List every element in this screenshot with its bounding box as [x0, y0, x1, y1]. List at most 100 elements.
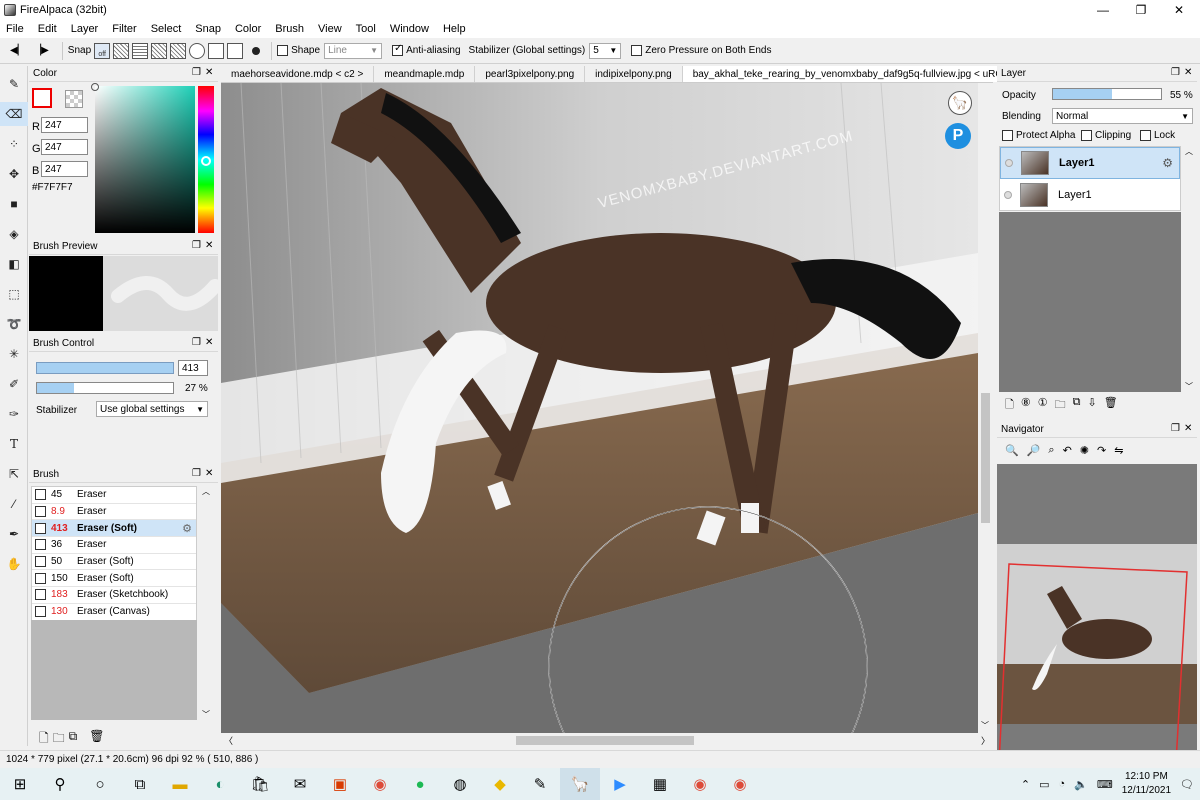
zero-pressure-checkbox[interactable]	[631, 45, 643, 56]
menu-brush[interactable]: Brush	[275, 23, 304, 35]
brush-checkbox[interactable]	[35, 539, 46, 551]
shape-checkbox[interactable]	[277, 45, 289, 56]
snap-curve-icon[interactable]	[208, 42, 225, 59]
move-tool-icon[interactable]: ✥	[0, 162, 28, 186]
tab-pearl3pixelpony[interactable]: pearl3pixelpony.png	[475, 66, 586, 82]
shape-select[interactable]: Line ▼	[324, 42, 383, 59]
brush-checkbox[interactable]	[35, 506, 46, 518]
protect-alpha-checkbox[interactable]	[1002, 130, 1013, 141]
brush-checkbox[interactable]	[35, 522, 46, 534]
brush-checkbox[interactable]	[35, 572, 46, 584]
select-eraser-tool-icon[interactable]: ✑	[0, 402, 28, 426]
tab-bay-akhal-teke[interactable]: bay_akhal_teke_rearing_by_venomxbaby_daf…	[682, 66, 1030, 82]
paint-icon[interactable]: ✎	[520, 768, 560, 800]
trash-icon[interactable]: 🗑	[89, 729, 104, 750]
menu-tool[interactable]: Tool	[356, 23, 376, 35]
sticky-notes-icon[interactable]: ◆	[480, 768, 520, 800]
hue-slider[interactable]	[198, 86, 214, 233]
language-icon[interactable]: ⌨	[1097, 778, 1113, 791]
magic-wand-tool-icon[interactable]: ✳	[0, 342, 28, 366]
close-icon[interactable]: ✕	[1184, 67, 1192, 78]
duplicate-layer-icon[interactable]: ⧉	[1073, 396, 1081, 415]
scroll-right-icon[interactable]: 〉	[981, 734, 990, 747]
bucket-tool-icon[interactable]: ◈	[0, 222, 28, 246]
snap-3d-icon[interactable]	[227, 42, 244, 59]
pixiv-icon[interactable]: P	[945, 123, 971, 149]
new-1bit-layer-icon[interactable]: ①	[1038, 396, 1048, 415]
undock-icon[interactable]: ❐	[192, 240, 201, 251]
calculator-icon[interactable]: ▦	[640, 768, 680, 800]
secondary-color-swatch[interactable]	[65, 90, 83, 108]
menu-help[interactable]: Help	[443, 23, 466, 35]
brush-list-item[interactable]: 413 Eraser (Soft) ⚙	[32, 520, 196, 538]
select-tool-icon[interactable]: ⬚	[0, 282, 28, 306]
brush-checkbox[interactable]	[35, 589, 46, 601]
menu-snap[interactable]: Snap	[195, 23, 221, 35]
undock-icon[interactable]: ❐	[1171, 67, 1180, 78]
visibility-icon[interactable]	[1004, 190, 1012, 199]
mail-icon[interactable]: ✉	[280, 768, 320, 800]
rotate-right-icon[interactable]: ↷	[1097, 444, 1106, 457]
brush-checkbox[interactable]	[35, 489, 46, 501]
spotify-icon[interactable]: ●	[400, 768, 440, 800]
layer-folder-icon[interactable]: 🗀	[1055, 396, 1066, 415]
new-8bit-layer-icon[interactable]: ⑧	[1021, 396, 1031, 415]
layer-row[interactable]: Layer1	[1000, 179, 1180, 211]
chrome-icon[interactable]: ◉	[360, 768, 400, 800]
brush-list-item[interactable]: 130 Eraser (Canvas)	[32, 604, 196, 621]
folder-icon[interactable]: 🗀	[53, 729, 65, 750]
divide-tool-icon[interactable]: ⁄	[0, 492, 28, 516]
text-tool-icon[interactable]: T	[0, 432, 28, 456]
close-icon[interactable]: ✕	[205, 337, 213, 348]
new-layer-icon[interactable]: 🗋	[1005, 396, 1014, 415]
menu-color[interactable]: Color	[235, 23, 261, 35]
close-button[interactable]: ✕	[1156, 0, 1200, 20]
scroll-down-icon[interactable]: ﹀	[1185, 381, 1193, 392]
hue-handle[interactable]	[201, 156, 211, 166]
snap-concentric-icon[interactable]	[189, 42, 206, 59]
fill-shape-tool-icon[interactable]: ■	[0, 192, 28, 216]
prev-icon[interactable]: ◀▏	[10, 45, 25, 56]
zoom-app-icon[interactable]: ▶	[600, 768, 640, 800]
lock-checkbox[interactable]	[1140, 130, 1151, 141]
vertical-scroll-thumb[interactable]	[981, 393, 990, 523]
stabilizer-select[interactable]: 5 ▼	[589, 42, 622, 59]
rotate-left-icon[interactable]: ↶	[1063, 444, 1072, 457]
undock-icon[interactable]: ❐	[1171, 423, 1180, 434]
brush-list-item[interactable]: 8.9 Eraser	[32, 504, 196, 521]
firealpaca-taskbar-icon[interactable]: 🦙	[560, 768, 600, 800]
r-input[interactable]: 247	[41, 117, 88, 133]
alpaca-mascot-icon[interactable]: 🦙	[948, 91, 972, 115]
primary-color-swatch[interactable]	[32, 88, 52, 108]
undock-icon[interactable]: ❐	[192, 67, 201, 78]
canvas-area[interactable]: VENOMXBABY.DEVIANTART.COM 🦙 P	[221, 83, 978, 733]
operation-tool-icon[interactable]: ⇱	[0, 462, 28, 486]
gear-icon[interactable]: ⚙	[1162, 156, 1173, 170]
layer-opacity-slider[interactable]	[1052, 88, 1162, 100]
brush-stabilizer-select[interactable]: Use global settings ▼	[96, 401, 208, 417]
office-icon[interactable]: ▣	[320, 768, 360, 800]
hand-tool-icon[interactable]: ✋	[0, 552, 28, 576]
task-view-icon[interactable]: ⧉	[120, 768, 160, 800]
brush-size-slider[interactable]	[36, 362, 174, 374]
scroll-down-icon[interactable]: ﹀	[202, 709, 210, 720]
zoom-fit-icon[interactable]: ⌕	[1048, 444, 1054, 457]
dot-tool-icon[interactable]: ⁘	[0, 132, 28, 156]
zoom-in-icon[interactable]: 🔍	[1005, 444, 1019, 457]
brush-list-item[interactable]: 36 Eraser	[32, 537, 196, 554]
menu-window[interactable]: Window	[390, 23, 429, 35]
clipping-checkbox[interactable]	[1081, 130, 1092, 141]
horizontal-scroll-thumb[interactable]	[516, 736, 694, 745]
antialias-checkbox[interactable]	[392, 43, 404, 56]
visibility-icon[interactable]	[1005, 159, 1013, 167]
zoom-out-icon[interactable]: 🔎	[1027, 444, 1041, 457]
cortana-icon[interactable]: ○	[80, 768, 120, 800]
photos-icon[interactable]: ◍	[440, 768, 480, 800]
menu-filter[interactable]: Filter	[112, 23, 136, 35]
flip-horizontal-icon[interactable]: ⇋	[1114, 444, 1123, 457]
undock-icon[interactable]: ❐	[192, 337, 201, 348]
menu-edit[interactable]: Edit	[38, 23, 57, 35]
close-icon[interactable]: ✕	[205, 67, 213, 78]
snap-dot-icon[interactable]	[252, 46, 261, 55]
select-pen-tool-icon[interactable]: ✐	[0, 372, 28, 396]
